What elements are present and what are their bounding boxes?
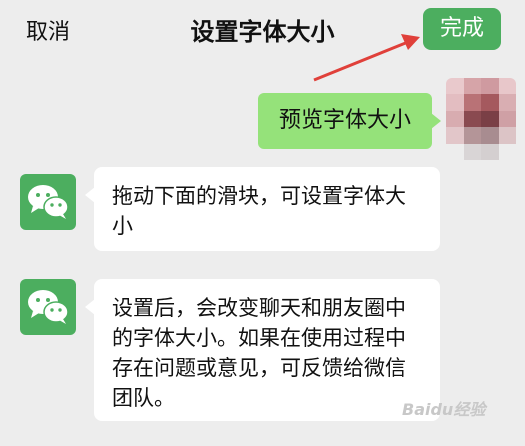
message-bubble-2: 设置后，会改变聊天和朋友圈中的字体大小。如果在使用过程中存在问题或意见，可反馈给… [85, 279, 440, 421]
top-bar: 取消 设置字体大小 完成 [0, 0, 525, 58]
wechat-logo-icon [28, 290, 69, 324]
self-avatar [446, 78, 516, 160]
watermark: Baidu经验 [402, 400, 486, 419]
wechat-logo-icon [28, 185, 69, 219]
wechat-avatar [20, 279, 76, 335]
message-bubble-1: 拖动下面的滑块，可设置字体大小 [85, 167, 440, 251]
done-button[interactable]: 完成 [423, 8, 501, 50]
self-message-bubble: 预览字体大小 [258, 93, 441, 149]
wechat-avatar [20, 174, 76, 230]
